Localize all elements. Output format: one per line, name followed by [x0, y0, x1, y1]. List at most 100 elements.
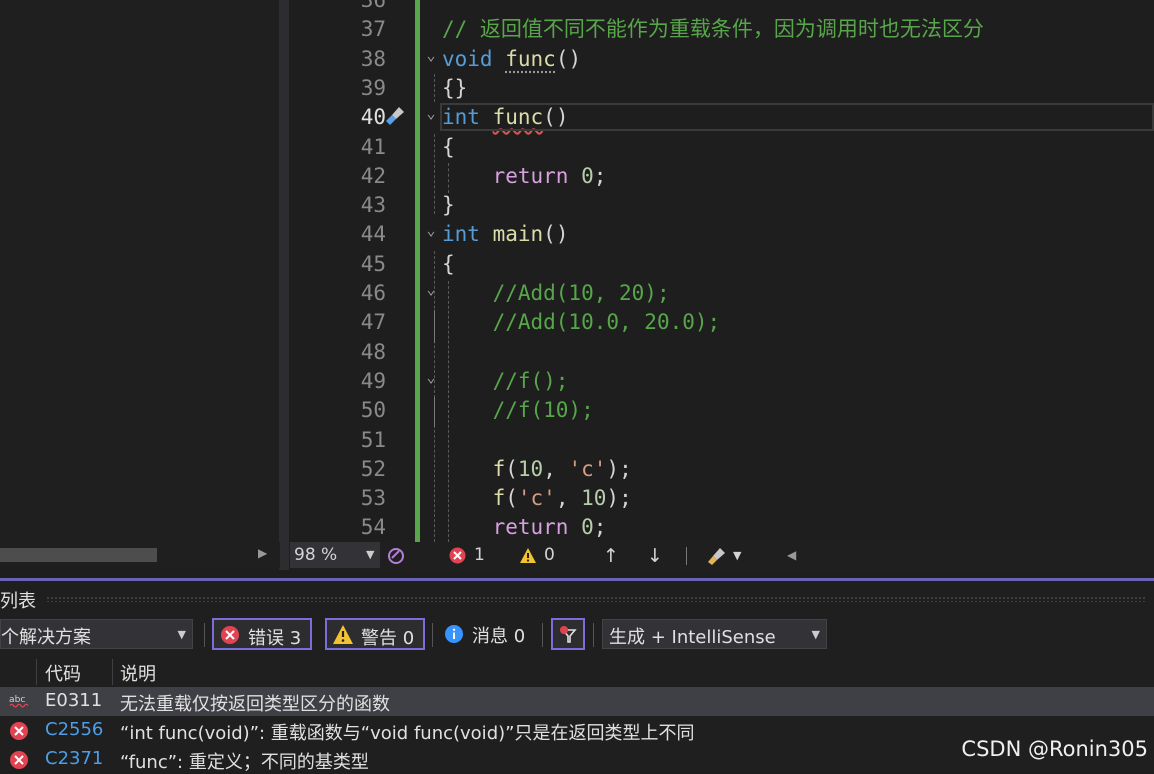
watermark: CSDN @Ronin305 [961, 737, 1148, 761]
left-horizontal-scrollbar[interactable]: ▶ [0, 542, 280, 568]
error-description: “int func(void)”: 重载函数与“void func(void)”… [120, 723, 695, 744]
line-number: 36 [360, 0, 386, 12]
warning-icon[interactable] [519, 547, 537, 564]
build-source-value: 生成 + IntelliSense [609, 627, 776, 648]
code-token: { [442, 135, 455, 159]
fold-toggle-icon[interactable]: ⌄ [424, 99, 438, 128]
error-icon [221, 626, 239, 644]
error-icon[interactable] [449, 547, 466, 564]
line-number: 52 [360, 457, 386, 481]
code-text: // 返回值不同不能作为重载条件，因为调用时也无法区分 [442, 15, 984, 44]
code-text: //Add(10.0, 20.0); [442, 308, 721, 337]
code-token: // 返回值不同不能作为重载条件，因为调用时也无法区分 [442, 17, 984, 41]
fold-toggle-icon[interactable]: ⌄ [424, 216, 438, 245]
code-token: 'c' [568, 457, 607, 481]
code-text: void func() [442, 45, 581, 74]
column-separator[interactable] [36, 659, 37, 685]
scroll-right-icon[interactable]: ▶ [258, 546, 267, 560]
code-line[interactable]: 37 // 返回值不同不能作为重载条件，因为调用时也无法区分 [316, 15, 1154, 44]
warning-count[interactable]: 0 [544, 545, 555, 565]
code-cleanup-brush-icon[interactable] [706, 546, 728, 566]
warnings-filter-button[interactable]: 警告 0 [325, 618, 425, 650]
code-token: int [442, 222, 480, 246]
code-line[interactable]: 42 return 0; [316, 162, 1154, 191]
code-line[interactable]: 53 f('c', 10); [316, 484, 1154, 513]
fold-toggle-icon[interactable]: ⌄ [424, 363, 438, 392]
filter-icon [560, 626, 577, 643]
code-line[interactable]: 49 ⌄ //f(); [316, 367, 1154, 396]
info-icon[interactable] [444, 624, 464, 644]
scope-select[interactable]: 个解决方案 ▼ [0, 619, 193, 649]
code-token: return [492, 515, 569, 539]
column-separator[interactable] [112, 659, 113, 685]
code-token: } [442, 193, 455, 217]
code-line[interactable]: 47 //Add(10.0, 20.0); [316, 308, 1154, 337]
code-token: //f(10); [492, 398, 594, 422]
fold-toggle-icon[interactable]: ⌄ [424, 41, 438, 70]
error-icon [10, 722, 28, 740]
error-row[interactable]: abc E0311 无法重载仅按返回类型区分的函数 [0, 687, 1154, 716]
code-line[interactable]: 46 ⌄ //Add(10, 20); [316, 279, 1154, 308]
code-line[interactable]: 45 { [316, 250, 1154, 279]
code-token: () [555, 47, 582, 71]
chevron-down-icon: ▼ [177, 628, 186, 641]
build-source-select[interactable]: 生成 + IntelliSense ▼ [602, 619, 827, 649]
line-number: 54 [360, 515, 386, 539]
line-number: 43 [360, 193, 386, 217]
toolbar-separator [593, 623, 594, 647]
code-text: //f(); [442, 367, 569, 396]
code-line[interactable]: 54 return 0; [316, 513, 1154, 542]
code-text: //f(10); [442, 396, 594, 425]
messages-filter-button[interactable]: 消息 0 [472, 622, 525, 648]
arrow-up-icon[interactable]: ↑ [603, 545, 619, 567]
code-line[interactable]: 43} [316, 191, 1154, 220]
code-line[interactable]: 36 [316, 0, 1154, 15]
code-line[interactable]: 41 { [316, 133, 1154, 162]
code-line[interactable]: 38 ⌄ void func() [316, 45, 1154, 74]
code-token: return [492, 164, 569, 188]
panel-drag-grip[interactable] [46, 596, 1146, 602]
code-token: () [543, 222, 569, 246]
line-number: 46 [360, 281, 386, 305]
column-header-description[interactable]: 说明 [120, 660, 156, 686]
arrow-down-icon[interactable]: ↓ [647, 545, 663, 567]
code-line[interactable]: 50 //f(10); [316, 396, 1154, 425]
code-token: { [442, 252, 455, 276]
code-text: f('c', 10); [442, 484, 632, 513]
error-code-link[interactable]: C2556 [45, 719, 103, 740]
zoom-select[interactable]: 98 % ▼ [290, 542, 380, 568]
code-editor[interactable]: 36 37// 返回值不同不能作为重载条件，因为调用时也无法区分 38 ⌄ void f… [316, 0, 1154, 542]
toolbar-separator [542, 623, 543, 647]
line-number: 51 [360, 428, 386, 452]
scope-value: 个解决方案 [1, 627, 91, 648]
code-line[interactable]: 52 f(10, 'c'); [316, 455, 1154, 484]
code-text: return 0; [442, 513, 607, 542]
chevron-down-icon[interactable]: ▼ [733, 549, 741, 562]
error-code-link[interactable]: C2371 [45, 748, 103, 769]
code-line[interactable]: 39 {} [316, 74, 1154, 103]
line-number: 40 [360, 105, 386, 129]
line-number: 53 [360, 486, 386, 510]
error-icon [10, 751, 28, 769]
code-text: {} [442, 74, 467, 103]
fold-toggle-icon[interactable]: ⌄ [424, 275, 438, 304]
errors-filter-button[interactable]: 错误 3 [212, 618, 312, 650]
column-header-code[interactable]: 代码 [45, 660, 81, 686]
status-separator [686, 547, 687, 565]
code-token: ; [593, 515, 607, 539]
scroll-left-icon[interactable]: ◀ [787, 548, 796, 562]
code-line[interactable]: 51 [316, 426, 1154, 455]
filter-toggle-button[interactable] [551, 618, 585, 650]
quick-actions-brush-icon[interactable] [384, 105, 406, 127]
scrollbar-thumb[interactable] [0, 548, 157, 562]
health-icon[interactable] [386, 546, 406, 566]
splitter[interactable] [279, 0, 289, 570]
code-line[interactable]: 44 ⌄ int main() [316, 220, 1154, 249]
code-line[interactable]: 48 [316, 338, 1154, 367]
error-count[interactable]: 1 [474, 545, 485, 565]
